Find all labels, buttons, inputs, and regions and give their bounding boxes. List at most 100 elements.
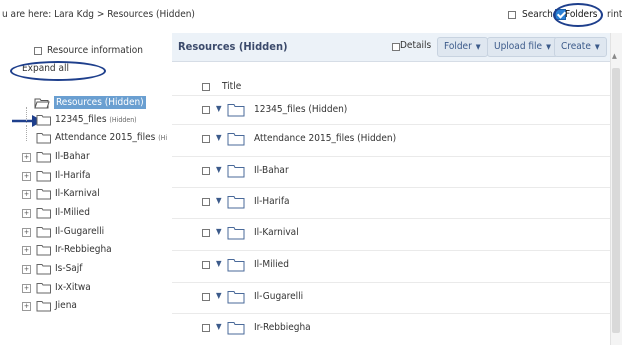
tree-item[interactable]: + Ix-Xitwa <box>0 281 170 297</box>
row-title-link[interactable]: Il-Karnival <box>254 227 299 238</box>
scrollbar-thumb[interactable] <box>612 68 620 333</box>
row-title-link[interactable]: Il-Gugarelli <box>254 291 303 302</box>
row-title-link[interactable]: Il-Bahar <box>254 165 289 176</box>
row-checkbox[interactable] <box>202 198 210 206</box>
tree-item-label[interactable]: 12345_files (Hidden) <box>55 114 137 125</box>
caret-down-icon: ▼ <box>546 43 551 51</box>
file-row[interactable]: ▼ Ir-Rebbiegha <box>172 313 610 343</box>
hidden-tag: (Hi <box>158 134 168 142</box>
folder-icon <box>36 300 52 315</box>
print-link[interactable]: rint <box>607 9 622 20</box>
folder-button-label: Folder <box>444 41 472 52</box>
tree-item[interactable]: + Il-Milied <box>0 206 170 222</box>
tree-item[interactable]: + Il-Bahar <box>0 150 170 166</box>
tree-item[interactable]: + Il-Karnival <box>0 187 170 203</box>
row-checkbox[interactable] <box>202 167 210 175</box>
tree-root-resources[interactable]: Resources (Hidden) <box>54 96 146 109</box>
expand-all-highlight-annotation <box>10 61 106 81</box>
tree-item-name: Ix-Xitwa <box>55 282 91 293</box>
tree-item[interactable]: + Jiena <box>0 299 170 315</box>
file-row[interactable]: ▼ Il-Harifa <box>172 187 610 217</box>
search-checkbox[interactable] <box>508 11 516 19</box>
tree-item-label[interactable]: Is-Sajf <box>55 263 82 274</box>
caret-down-icon[interactable]: ▼ <box>216 259 222 268</box>
caret-down-icon[interactable]: ▼ <box>216 196 222 205</box>
file-row[interactable]: ▼ Il-Milied <box>172 250 610 280</box>
resource-information-label[interactable]: Resource information <box>47 45 143 56</box>
tree-item[interactable]: + Il-Harifa <box>0 169 170 185</box>
tree-item[interactable]: Attendance 2015_files (Hi <box>0 125 170 147</box>
resource-information-checkbox[interactable] <box>34 47 42 55</box>
upload-button-label: Upload file <box>494 41 543 52</box>
plus-expander-icon[interactable]: + <box>22 209 31 218</box>
scroll-up-icon[interactable]: ▲ <box>612 52 617 60</box>
select-all-checkbox[interactable] <box>202 83 210 91</box>
row-checkbox[interactable] <box>202 106 210 114</box>
folder-button[interactable]: Folder ▼ <box>437 37 488 57</box>
plus-expander-icon[interactable]: + <box>22 190 31 199</box>
caret-down-icon[interactable]: ▼ <box>216 133 222 142</box>
tree-item[interactable]: + Is-Sajf <box>0 262 170 278</box>
row-title-link[interactable]: Il-Milied <box>254 259 289 270</box>
caret-down-icon[interactable]: ▼ <box>216 165 222 174</box>
file-row[interactable]: ▼ Il-Bahar <box>172 156 610 186</box>
hidden-tag: (Hidden) <box>109 116 137 124</box>
row-title-link[interactable]: 12345_files (Hidden) <box>254 104 347 115</box>
tree-item-label[interactable]: Il-Bahar <box>55 151 90 162</box>
plus-expander-icon[interactable]: + <box>22 246 31 255</box>
folder-icon <box>36 244 52 259</box>
plus-expander-icon[interactable]: + <box>22 153 31 162</box>
file-row[interactable]: ▼ Il-Gugarelli <box>172 282 610 312</box>
caret-down-icon[interactable]: ▼ <box>216 322 222 331</box>
row-checkbox[interactable] <box>202 261 210 269</box>
title-column-header[interactable]: Title <box>222 81 241 92</box>
tree-item-label[interactable]: Il-Karnival <box>55 188 100 199</box>
tree-item-label[interactable]: Il-Harifa <box>55 170 91 181</box>
row-title-link[interactable]: Il-Harifa <box>254 196 290 207</box>
folder-icon <box>227 164 245 181</box>
tree-item[interactable]: + Ir-Rebbiegha <box>0 243 170 259</box>
plus-expander-icon[interactable]: + <box>22 172 31 181</box>
row-checkbox[interactable] <box>202 293 210 301</box>
plus-expander-icon[interactable]: + <box>22 284 31 293</box>
caret-down-icon: ▼ <box>475 43 481 51</box>
tree-connector <box>26 107 28 123</box>
folder-icon <box>36 263 52 278</box>
upload-file-button[interactable]: Upload file ▼ <box>487 37 558 57</box>
search-label[interactable]: Search <box>522 9 553 20</box>
row-checkbox[interactable] <box>202 229 210 237</box>
tree-item[interactable]: + Il-Gugarelli <box>0 225 170 241</box>
caret-down-icon: ▼ <box>594 43 600 51</box>
caret-down-icon[interactable]: ▼ <box>216 291 222 300</box>
plus-expander-icon[interactable]: + <box>22 265 31 274</box>
folder-icon <box>227 290 245 307</box>
breadcrumb: u are here: Lara Kdg > Resources (Hidden… <box>2 9 195 20</box>
tree-item-name: Il-Karnival <box>55 188 100 199</box>
tree-item-label[interactable]: Attendance 2015_files (Hi <box>55 132 167 143</box>
tree-item-name: Jiena <box>55 300 77 311</box>
file-row[interactable]: ▼ Attendance 2015_files (Hidden) <box>172 124 610 154</box>
tree-item-label[interactable]: Ir-Rebbiegha <box>55 244 112 255</box>
row-title-link[interactable]: Ir-Rebbiegha <box>254 322 311 333</box>
details-checkbox[interactable] <box>392 43 400 51</box>
caret-down-icon[interactable]: ▼ <box>216 227 222 236</box>
file-row[interactable]: ▼ Il-Karnival <box>172 218 610 248</box>
row-checkbox[interactable] <box>202 324 210 332</box>
details-label[interactable]: Details <box>400 40 431 51</box>
file-row[interactable]: ▼ 12345_files (Hidden) <box>172 95 610 125</box>
tree-item-label[interactable]: Ix-Xitwa <box>55 282 91 293</box>
folders-highlight-annotation <box>553 3 603 27</box>
plus-expander-icon[interactable]: + <box>22 228 31 237</box>
tree-item-label[interactable]: Il-Gugarelli <box>55 226 104 237</box>
tree-item-label[interactable]: Il-Milied <box>55 207 90 218</box>
folder-icon <box>36 282 52 297</box>
plus-expander-icon[interactable]: + <box>22 302 31 311</box>
row-title-link[interactable]: Attendance 2015_files (Hidden) <box>254 133 396 144</box>
caret-down-icon[interactable]: ▼ <box>216 104 222 113</box>
folder-icon <box>227 321 245 338</box>
tree-item-label[interactable]: Jiena <box>55 300 77 311</box>
folder-icon <box>36 114 52 129</box>
folder-icon <box>227 226 245 243</box>
row-checkbox[interactable] <box>202 135 210 143</box>
create-button[interactable]: Create ▼ <box>554 37 607 57</box>
